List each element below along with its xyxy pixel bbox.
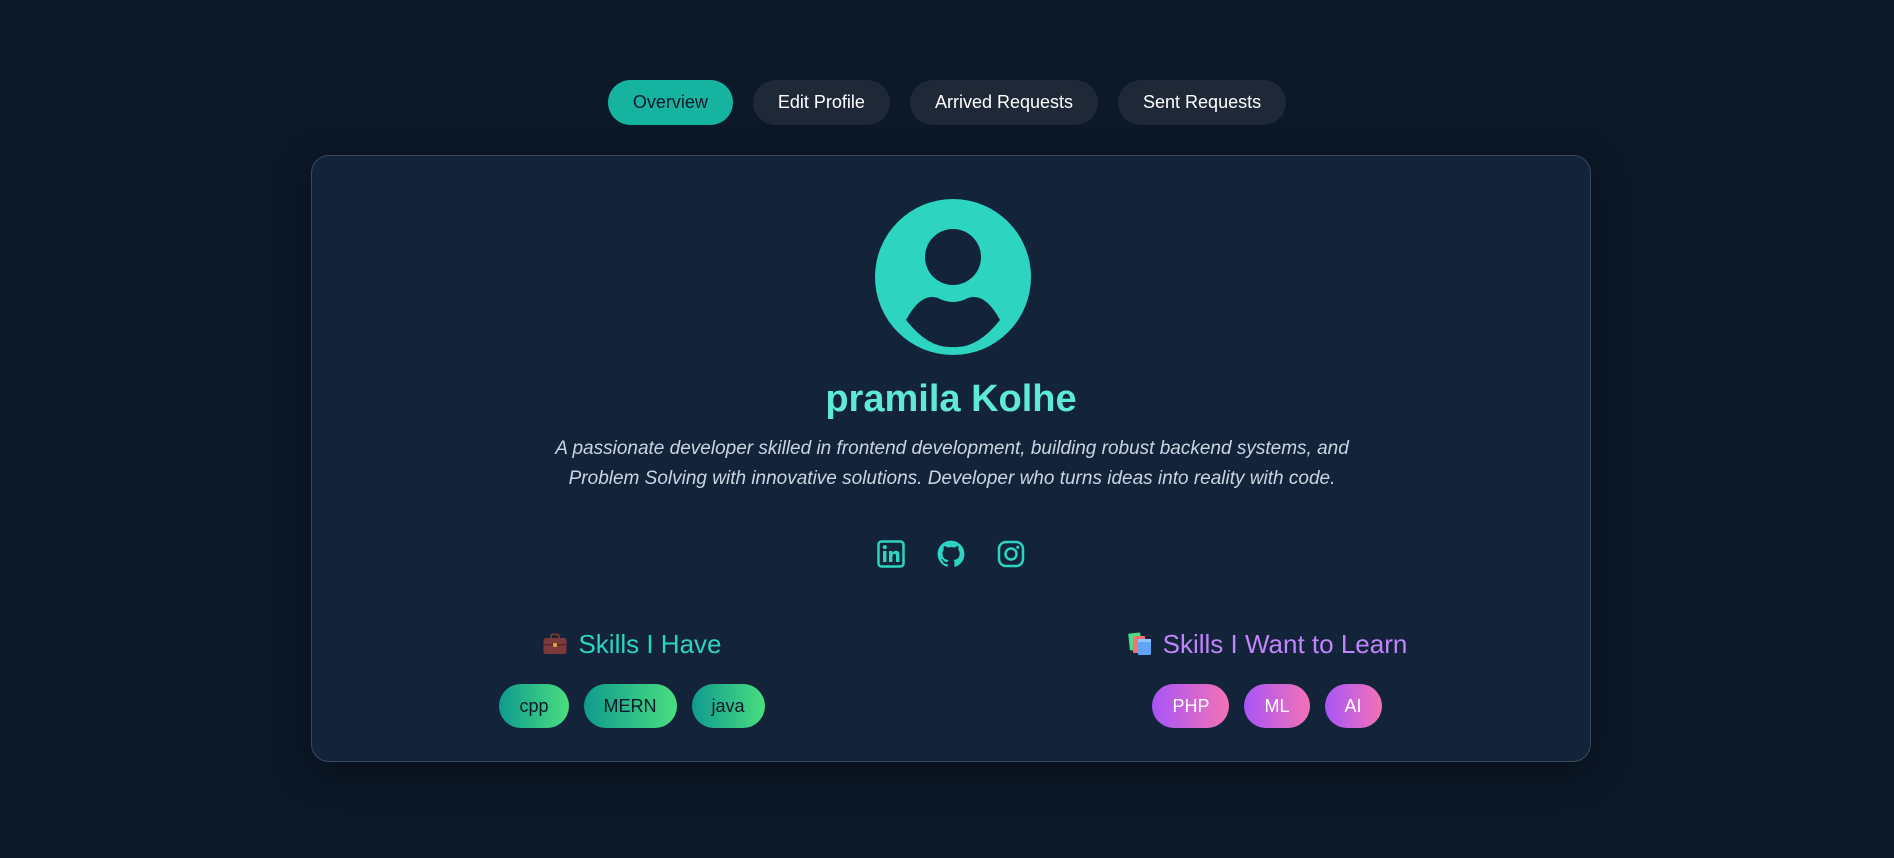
- linkedin-icon[interactable]: [877, 539, 905, 569]
- skills-have-heading: Skills I Have: [482, 626, 782, 662]
- skill-chip: cpp: [499, 684, 569, 728]
- books-icon: [1127, 631, 1153, 657]
- user-avatar-icon: [875, 199, 1031, 355]
- tab-edit-profile[interactable]: Edit Profile: [752, 80, 890, 125]
- tab-sent-requests[interactable]: Sent Requests: [1118, 80, 1287, 125]
- skills-have-title: Skills I Have: [578, 628, 722, 659]
- profile-bio: A passionate developer skilled in fronte…: [555, 438, 1349, 489]
- skill-chip: MERN: [583, 684, 677, 728]
- profile-card: pramila Kolhe A passionate developer ski…: [311, 155, 1591, 762]
- skills-have-section: Skills I Have cpp MERN java: [482, 626, 782, 728]
- github-icon[interactable]: [937, 539, 965, 569]
- skills-learn-heading: Skills I Want to Learn: [1102, 626, 1432, 662]
- skills-learn-title: Skills I Want to Learn: [1162, 628, 1408, 659]
- skill-chip: PHP: [1152, 684, 1230, 728]
- skill-chip: AI: [1324, 684, 1382, 728]
- briefcase-icon: [542, 631, 568, 657]
- tab-overview[interactable]: Overview: [607, 80, 733, 125]
- skills-learn-list: PHP ML AI: [1102, 684, 1432, 728]
- profile-tabs: Overview Edit Profile Arrived Requests S…: [0, 80, 1894, 125]
- skills-learn-section: Skills I Want to Learn PHP ML AI: [1102, 626, 1432, 728]
- social-links: [312, 539, 1590, 569]
- instagram-icon[interactable]: [997, 539, 1025, 569]
- skill-chip: ML: [1244, 684, 1310, 728]
- tab-arrived-requests[interactable]: Arrived Requests: [909, 80, 1099, 125]
- profile-name: pramila Kolhe: [825, 378, 1077, 420]
- skill-chip: java: [691, 684, 765, 728]
- skills-have-list: cpp MERN java: [482, 684, 782, 728]
